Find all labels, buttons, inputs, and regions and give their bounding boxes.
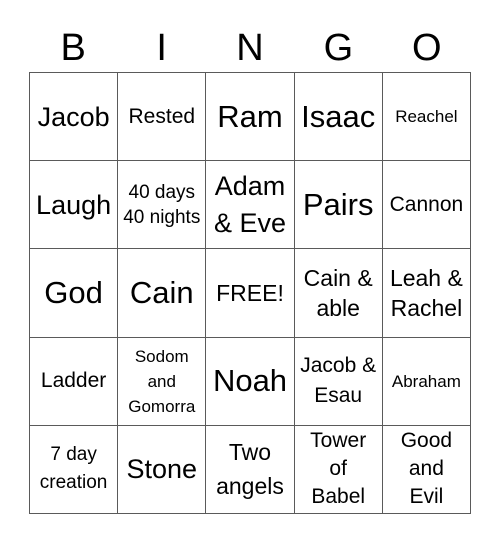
cell-text: Abraham	[391, 371, 461, 391]
bingo-cell[interactable]: Leah & Rachel	[382, 249, 471, 338]
free-space-cell[interactable]: FREE!	[206, 249, 295, 338]
bingo-cell[interactable]: God	[30, 249, 119, 338]
bingo-cell[interactable]: Ram	[206, 73, 295, 162]
bingo-cell[interactable]: Good and Evil	[382, 425, 471, 514]
cell-text: 7 day creation	[39, 444, 108, 494]
bingo-cell[interactable]: Jacob & Esau	[294, 337, 383, 426]
bingo-cell[interactable]: Sodom and Gomorra	[118, 337, 207, 426]
cell-text: Stone	[126, 454, 198, 485]
cell-text: Adam & Eve	[213, 170, 286, 238]
cell-text: Noah	[212, 363, 288, 399]
bingo-cell[interactable]: Jacob	[30, 73, 119, 162]
bingo-cell[interactable]: Reachel	[382, 73, 471, 162]
cell-text: Jacob & Esau	[300, 354, 377, 408]
bingo-cell[interactable]: Tower of Babel	[294, 425, 383, 514]
header-letter-n: N	[236, 27, 264, 69]
cell-text: Cain & able	[303, 264, 373, 321]
bingo-cell[interactable]: Abraham	[382, 337, 471, 426]
cell-text: Ladder	[40, 369, 107, 393]
cell-text: Leah & Rachel	[389, 264, 463, 321]
bingo-cell[interactable]: Noah	[206, 337, 295, 426]
cell-text: Pairs	[302, 186, 374, 222]
bingo-cell[interactable]: 40 days 40 nights	[118, 161, 207, 250]
cell-text: Reachel	[395, 107, 458, 127]
bingo-cell[interactable]: Rested	[118, 73, 207, 162]
header-letter-g: G	[323, 27, 354, 69]
bingo-cell[interactable]: 7 day creation	[30, 425, 119, 514]
cell-text: FREE!	[216, 279, 284, 306]
cell-text: Jacob	[37, 101, 110, 132]
cell-text: Cannon	[389, 192, 464, 216]
cell-text: Laugh	[36, 189, 112, 220]
cell-text: Cain	[129, 274, 194, 310]
header-letter-o: O	[412, 27, 442, 69]
cell-text: God	[44, 274, 103, 310]
cell-text: Two angels	[216, 439, 284, 500]
bingo-cell[interactable]: Adam & Eve	[206, 161, 295, 250]
bingo-header: B I N G O	[29, 24, 471, 72]
cell-text: Sodom and Gomorra	[128, 346, 196, 416]
bingo-cell[interactable]: Stone	[118, 425, 207, 514]
cell-text: Ram	[217, 98, 283, 134]
cell-text: Rested	[128, 104, 196, 128]
bingo-cell[interactable]: Laugh	[30, 161, 119, 250]
bingo-grid: Jacob Rested Ram Isaac Reachel Laugh 40 …	[29, 72, 471, 514]
bingo-cell[interactable]: Cain & able	[294, 249, 383, 338]
bingo-cell[interactable]: Ladder	[30, 337, 119, 426]
bingo-cell[interactable]: Pairs	[294, 161, 383, 250]
header-letter-i: I	[156, 27, 167, 69]
bingo-cell[interactable]: Two angels	[206, 425, 295, 514]
header-letter-b: B	[60, 27, 86, 69]
cell-text: 40 days 40 nights	[123, 181, 201, 228]
cell-text: Tower of Babel	[310, 429, 367, 509]
bingo-cell[interactable]: Isaac	[294, 73, 383, 162]
bingo-cell[interactable]: Cain	[118, 249, 207, 338]
cell-text: Good and Evil	[400, 429, 453, 509]
cell-text: Isaac	[301, 98, 376, 134]
bingo-cell[interactable]: Cannon	[382, 161, 471, 250]
